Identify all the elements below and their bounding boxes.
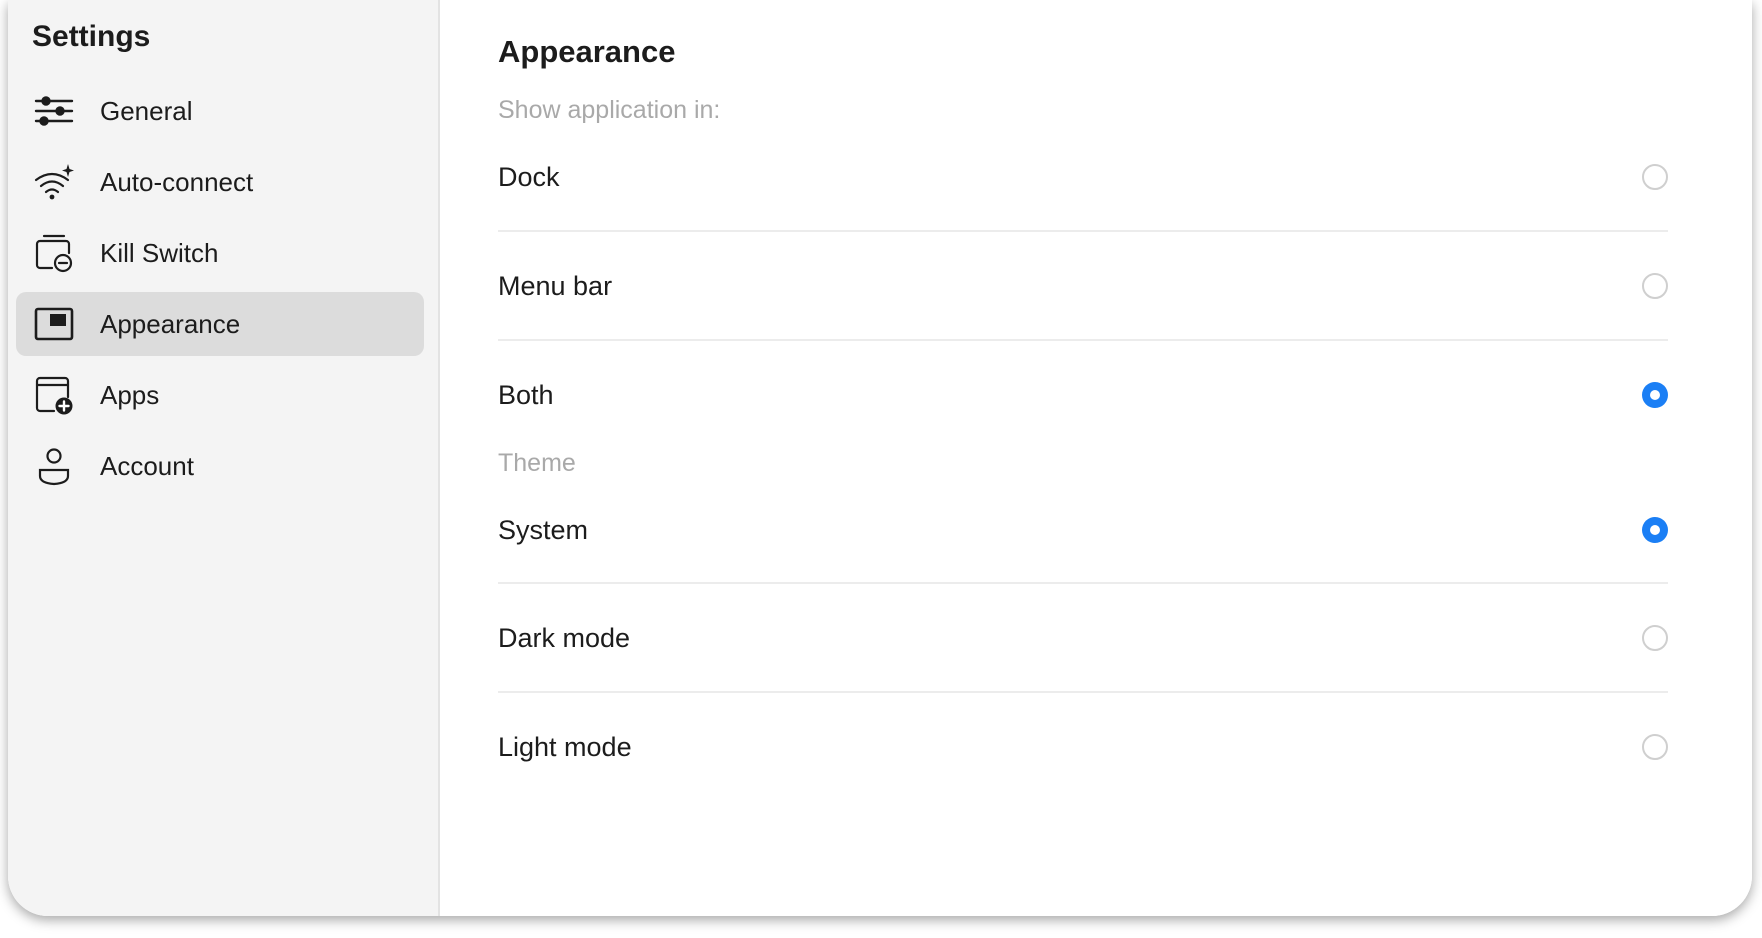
divider — [498, 230, 1668, 232]
option-dock[interactable]: Dock — [498, 148, 1668, 208]
sidebar-item-label: Appearance — [100, 308, 241, 339]
option-label: Menu bar — [498, 271, 613, 301]
sidebar: Settings General Auto-connect Kill Switc… — [8, 0, 440, 916]
option-label: System — [498, 515, 589, 545]
sidebar-item-label: Apps — [100, 379, 160, 410]
sidebar-item-general[interactable]: General — [16, 79, 424, 143]
sidebar-item-appearance[interactable]: Appearance — [16, 292, 424, 356]
sidebar-item-auto-connect[interactable]: Auto-connect — [16, 150, 424, 214]
light-mode-radio[interactable] — [1642, 734, 1668, 760]
main-panel: Appearance Show application in: Dock Men… — [440, 0, 1752, 916]
option-light-mode[interactable]: Light mode — [498, 718, 1668, 778]
option-label: Dark mode — [498, 623, 631, 653]
menu-bar-radio[interactable] — [1642, 273, 1668, 299]
dock-radio[interactable] — [1642, 164, 1668, 190]
sliders-icon — [32, 91, 76, 131]
option-system[interactable]: System — [498, 501, 1668, 561]
theme-section-label: Theme — [498, 449, 576, 477]
option-label: Both — [498, 380, 554, 410]
option-dark-mode[interactable]: Dark mode — [498, 609, 1668, 669]
option-both[interactable]: Both — [498, 366, 1668, 426]
person-icon — [32, 446, 76, 486]
divider — [498, 582, 1668, 584]
option-label: Light mode — [498, 732, 632, 762]
both-radio[interactable] — [1642, 382, 1668, 408]
sidebar-item-label: Account — [100, 450, 194, 481]
sidebar-item-account[interactable]: Account — [16, 434, 424, 498]
wifi-sparkle-icon — [32, 162, 76, 202]
option-menu-bar[interactable]: Menu bar — [498, 257, 1668, 317]
sidebar-title: Settings — [32, 20, 151, 53]
sidebar-item-kill-switch[interactable]: Kill Switch — [16, 221, 424, 285]
page-title: Appearance — [498, 34, 676, 69]
kill-switch-icon — [32, 233, 76, 273]
window-icon — [32, 304, 76, 344]
divider — [498, 339, 1668, 341]
sidebar-item-label: Kill Switch — [100, 237, 219, 268]
dark-mode-radio[interactable] — [1642, 625, 1668, 651]
sidebar-item-apps[interactable]: Apps — [16, 363, 424, 427]
settings-window: Settings General Auto-connect Kill Switc… — [8, 0, 1752, 916]
divider — [498, 691, 1668, 693]
option-label: Dock — [498, 162, 560, 192]
sidebar-item-label: General — [100, 95, 193, 126]
system-radio[interactable] — [1642, 517, 1668, 543]
show-in-section-label: Show application in: — [498, 96, 721, 124]
sidebar-item-label: Auto-connect — [100, 166, 254, 197]
apps-add-icon — [32, 375, 76, 415]
